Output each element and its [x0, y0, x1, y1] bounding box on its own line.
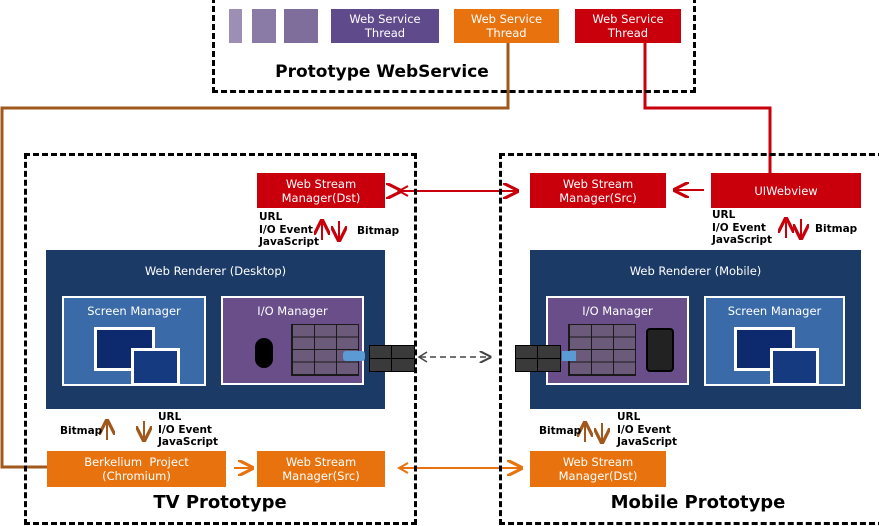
tv-screen-manager-label: Screen Manager: [87, 304, 181, 318]
tv-bottom-labels: URL I/O Event JavaScript: [158, 411, 219, 448]
tv-io-manager: I/O Manager: [221, 296, 365, 385]
mobile-renderer-title: Web Renderer (Mobile): [629, 264, 762, 278]
keyboard-grid-icon: [568, 324, 636, 376]
window-icon: [770, 348, 819, 386]
tv-top-labels: URL I/O Event JavaScript: [259, 211, 320, 248]
tv-top-bitmap: Bitmap: [357, 225, 400, 237]
web-service-thread-orange: Web Service Thread: [454, 9, 559, 43]
mobile-bottom-labels: URL I/O Event JavaScript: [617, 411, 678, 448]
mobile-web-renderer: Web Renderer (Mobile) I/O Manager Screen…: [530, 250, 861, 409]
mobile-io-manager-label: I/O Manager: [582, 304, 653, 318]
tablet-touch-icon: [646, 328, 674, 372]
web-service-thread-purple: Web Service Thread: [331, 9, 439, 43]
thread-slot: [252, 9, 276, 43]
mobile-prototype-title: Mobile Prototype: [610, 492, 786, 513]
mouse-icon: [255, 338, 273, 368]
blue-arrow-icon: [562, 351, 576, 361]
mobile-io-manager: I/O Manager: [546, 296, 689, 385]
mobile-top-labels: URL I/O Event JavaScript: [712, 209, 773, 246]
mobile-top-bitmap: Bitmap: [815, 223, 858, 235]
mobile-screen-manager-label: Screen Manager: [727, 304, 822, 318]
tv-screen-manager: Screen Manager: [62, 296, 206, 386]
mobile-wsm-dst: Web Stream Manager(Dst): [530, 451, 666, 487]
mobile-bottom-bitmap: Bitmap: [539, 425, 582, 437]
thread-slot: [229, 9, 242, 43]
tv-key-block-icon: [369, 345, 415, 372]
window-icon: [131, 348, 180, 386]
uiwebview: UIWebview: [711, 173, 861, 208]
web-service-thread-red: Web Service Thread: [575, 9, 681, 43]
tv-bottom-bitmap: Bitmap: [60, 425, 103, 437]
architecture-diagram: Web Service Thread Web Service Thread We…: [0, 0, 879, 526]
berkelium-project: Berkelium Project (Chromium): [47, 451, 226, 487]
tv-io-manager-label: I/O Manager: [257, 304, 328, 318]
tv-wsm-dst: Web Stream Manager(Dst): [257, 173, 385, 208]
mobile-key-block-icon: [515, 345, 561, 372]
tv-prototype-title: TV Prototype: [153, 492, 287, 513]
mobile-wsm-src: Web Stream Manager(Src): [530, 173, 666, 208]
tv-renderer-title: Web Renderer (Desktop): [144, 264, 287, 278]
mobile-screen-manager: Screen Manager: [704, 296, 845, 386]
thread-slot: [284, 9, 318, 43]
tv-wsm-src: Web Stream Manager(Src): [257, 451, 385, 487]
keyboard-grid-icon: [291, 324, 359, 376]
webservice-title: Prototype WebService: [275, 62, 489, 82]
tv-web-renderer: Web Renderer (Desktop) Screen Manager I/…: [46, 250, 385, 409]
blue-arrow-icon: [343, 351, 365, 361]
